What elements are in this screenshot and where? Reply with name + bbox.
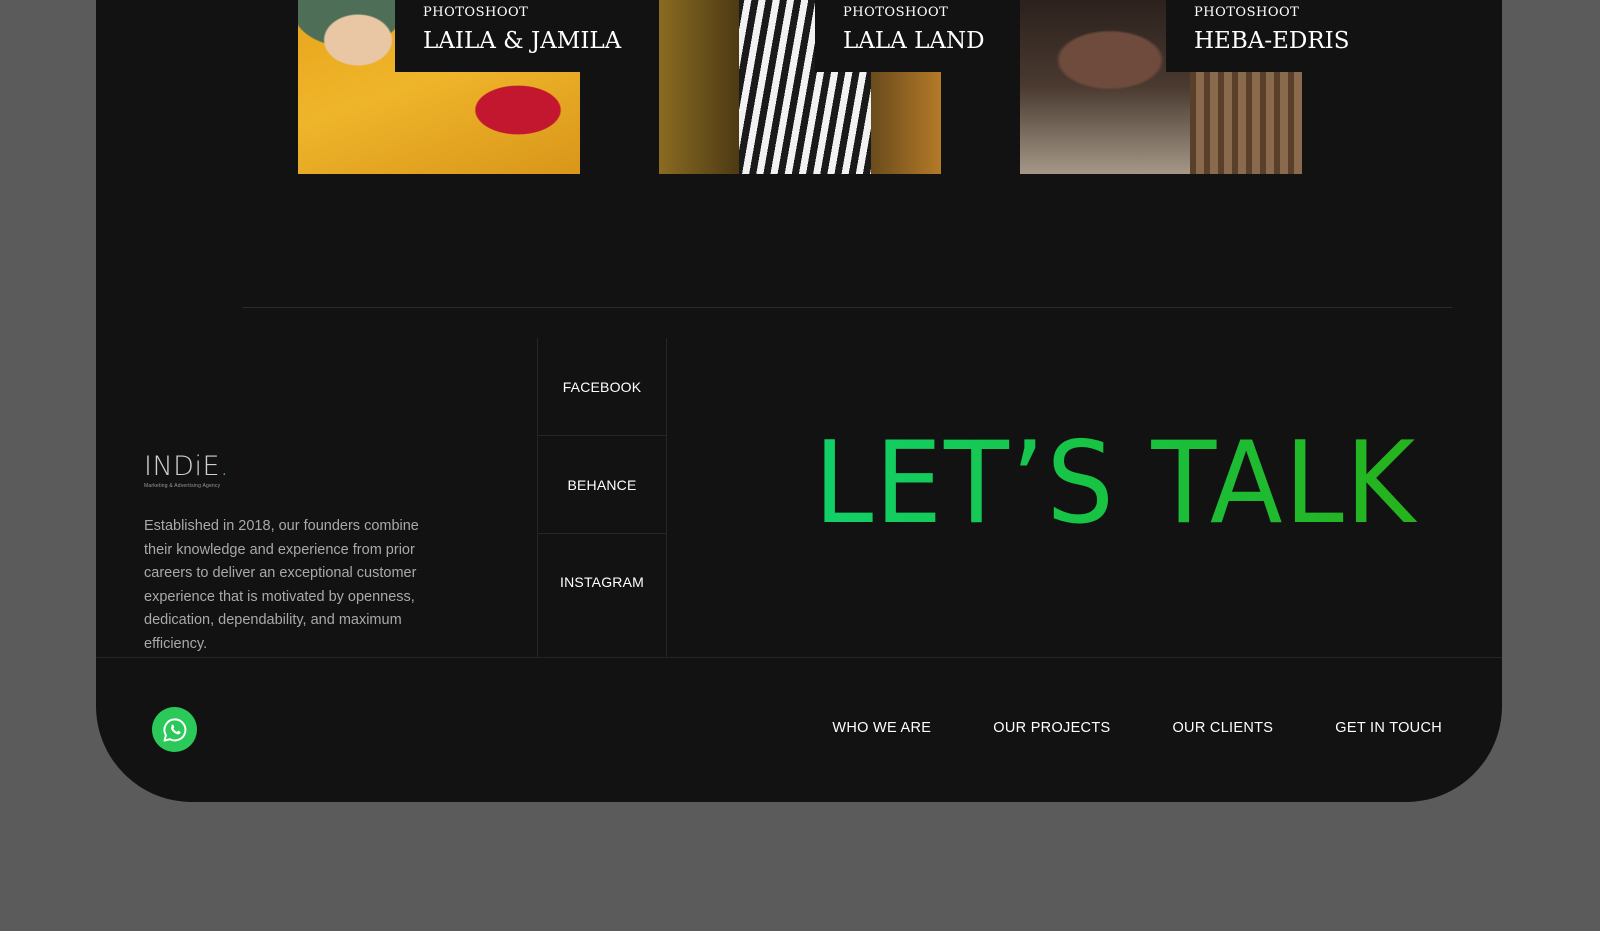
project-label[interactable]: PHOTOSHOOT LAILA & JAMILA: [395, 0, 625, 72]
about-text: Established in 2018, our founders combin…: [144, 518, 419, 652]
project-title: LALA LAND: [843, 28, 985, 54]
nav-who-we-are[interactable]: WHO WE ARE: [832, 720, 931, 736]
project-kicker: PHOTOSHOOT: [423, 5, 529, 20]
project-title: LAILA & JAMILA: [423, 28, 622, 54]
project-title: HEBA-EDRIS: [1194, 28, 1350, 54]
project-kicker: PHOTOSHOOT: [1194, 5, 1300, 20]
project-label[interactable]: PHOTOSHOOT HEBA-EDRIS: [1166, 0, 1366, 72]
nav-get-in-touch[interactable]: GET IN TOUCH: [1335, 720, 1442, 736]
page-frame: PHOTOSHOOT LAILA & JAMILA PHOTOSHOOT LAL…: [96, 0, 1502, 802]
nav-our-clients[interactable]: OUR CLIENTS: [1172, 720, 1273, 736]
project-label[interactable]: PHOTOSHOOT LALA LAND: [815, 0, 1015, 72]
lets-talk-heading[interactable]: LET’S TALK: [814, 418, 1417, 548]
logo-wordmark: INDiE.: [144, 452, 229, 482]
social-links: FACEBOOK BEHANCE INSTAGRAM: [537, 338, 667, 658]
brand-logo[interactable]: INDiE. Marketing & Advertising Agency: [144, 452, 229, 490]
instagram-link[interactable]: INSTAGRAM: [538, 534, 666, 658]
section-divider: [242, 307, 1452, 308]
logo-tagline: Marketing & Advertising Agency: [144, 483, 221, 489]
project-kicker: PHOTOSHOOT: [843, 5, 949, 20]
facebook-link[interactable]: FACEBOOK: [538, 338, 666, 436]
footer-divider: [96, 657, 1502, 658]
whatsapp-button[interactable]: [152, 707, 197, 752]
whatsapp-icon: [163, 717, 186, 742]
logo-text: INDiE: [144, 451, 221, 482]
footer-nav: WHO WE ARE OUR PROJECTS OUR CLIENTS GET …: [832, 720, 1442, 736]
logo-dot: .: [220, 451, 230, 482]
behance-link[interactable]: BEHANCE: [538, 436, 666, 534]
nav-our-projects[interactable]: OUR PROJECTS: [993, 720, 1110, 736]
